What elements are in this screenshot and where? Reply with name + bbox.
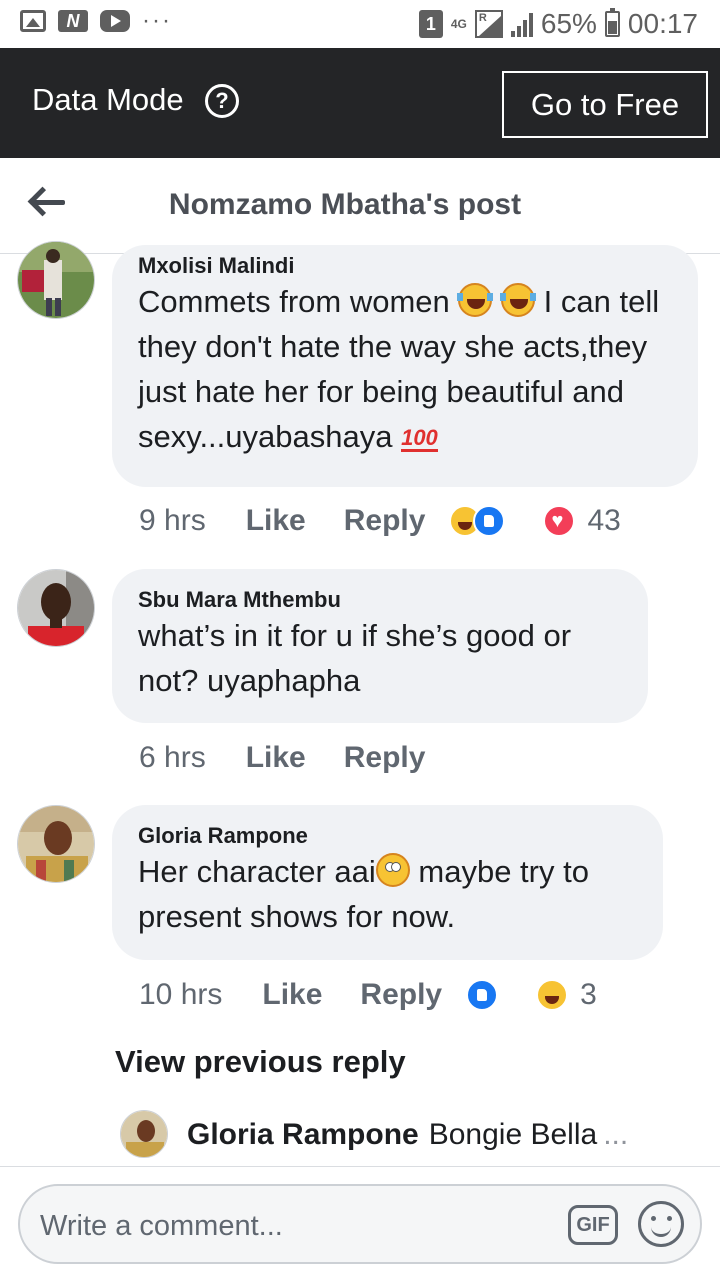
network-type: 4G: [450, 17, 467, 31]
reaction-count: 43: [587, 504, 621, 537]
reply-text: Bongie Bella: [428, 1118, 598, 1151]
comment-author[interactable]: Sbu Mara Mthembu: [138, 587, 622, 613]
hundred-emoji-icon: 100: [401, 425, 438, 452]
like-button[interactable]: Like: [246, 741, 306, 775]
laughing-tears-emoji-icon: [457, 283, 494, 317]
comment-bubble[interactable]: Sbu Mara Mthembu what’s in it for u if s…: [112, 569, 648, 723]
view-previous-reply-link[interactable]: View previous reply: [115, 1044, 406, 1080]
reply-button[interactable]: Reply: [360, 978, 442, 1012]
comment-author[interactable]: Mxolisi Malindi: [138, 253, 672, 279]
page-title: Nomzamo Mbatha's post: [168, 188, 522, 221]
laughing-tears-emoji-icon: [500, 283, 537, 317]
youtube-icon: [100, 10, 130, 32]
like-button[interactable]: Like: [262, 978, 322, 1012]
data-mode-bar: Data Mode ? Go to Free: [0, 48, 720, 158]
reaction-count: 3: [580, 978, 597, 1011]
comment-text: Commets from women I can tell they don't…: [138, 283, 660, 454]
comment-time[interactable]: 9 hrs: [139, 504, 206, 538]
comment-input[interactable]: [40, 1204, 560, 1248]
avatar[interactable]: [17, 805, 95, 883]
comment-bubble[interactable]: Mxolisi Malindi Commets from women I can…: [112, 245, 698, 487]
reply-preview[interactable]: Gloria Rampone Bongie Bella...: [187, 1118, 667, 1152]
comment-time[interactable]: 10 hrs: [139, 978, 222, 1012]
system-icons: 1 4G R 65% 00:17: [418, 8, 698, 40]
more-dots-icon: ···: [142, 7, 172, 34]
help-icon[interactable]: ?: [205, 84, 239, 118]
eye-roll-emoji-icon: [375, 853, 410, 887]
comment-bubble[interactable]: Gloria Rampone Her character aai maybe t…: [112, 805, 663, 960]
battery-icon: [604, 8, 620, 37]
n-app-icon: N: [58, 10, 88, 32]
go-to-free-button[interactable]: Go to Free: [502, 71, 708, 138]
clock: 00:17: [627, 8, 698, 39]
roaming-icon: R: [474, 10, 503, 38]
reply-button[interactable]: Reply: [344, 741, 426, 775]
reply-ellipsis: ...: [603, 1118, 629, 1151]
smiley-icon[interactable]: [638, 1201, 684, 1247]
love-reaction-icon: [543, 505, 576, 537]
comment-text: what’s in it for u if she’s good or not?…: [138, 618, 572, 698]
like-reaction-icon: [466, 979, 499, 1011]
data-mode-label: Data Mode: [32, 82, 184, 117]
image-icon: [20, 10, 46, 32]
sim-badge: 1: [418, 10, 443, 38]
reaction-summary[interactable]: 3: [466, 978, 597, 1012]
like-reaction-icon: [473, 505, 506, 537]
status-bar: N ··· 1 4G R 65% 00:17: [0, 0, 720, 48]
like-button[interactable]: Like: [246, 504, 306, 538]
avatar[interactable]: [17, 569, 95, 647]
signal-icon: [510, 11, 533, 37]
haha-reaction-icon: [536, 979, 569, 1011]
avatar[interactable]: [17, 241, 95, 319]
avatar[interactable]: [120, 1110, 168, 1158]
comment-author[interactable]: Gloria Rampone: [138, 823, 637, 849]
battery-percent: 65%: [540, 8, 597, 39]
comment-actions: 9 hrs Like Reply 43: [139, 504, 621, 538]
comment-time[interactable]: 6 hrs: [139, 741, 206, 775]
comment-actions: 10 hrs Like Reply 3: [139, 978, 597, 1012]
post-header: Nomzamo Mbatha's post: [0, 158, 720, 254]
reply-author[interactable]: Gloria Rampone: [187, 1118, 419, 1151]
reply-button[interactable]: Reply: [344, 504, 426, 538]
notification-icons: N ···: [20, 7, 172, 34]
comment-text: Her character aai maybe try to present s…: [138, 853, 589, 934]
gif-button[interactable]: GIF: [568, 1205, 618, 1245]
comment-composer: GIF: [18, 1184, 702, 1264]
comment-actions: 6 hrs Like Reply: [139, 741, 463, 775]
reaction-summary[interactable]: 43: [449, 504, 621, 538]
